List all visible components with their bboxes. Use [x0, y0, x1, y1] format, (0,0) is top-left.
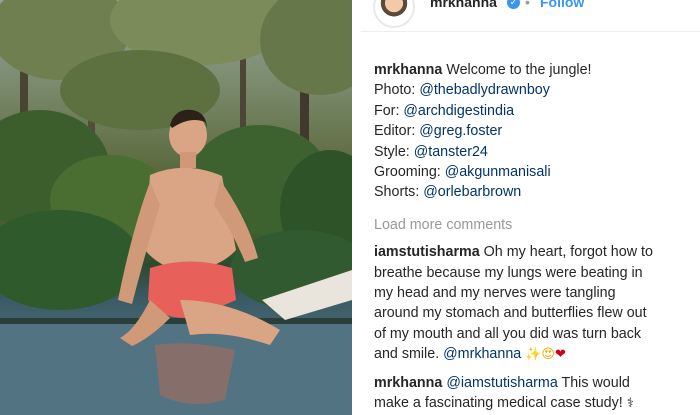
verified-badge-icon: ✓: [507, 0, 520, 9]
heart-eyes-icon: 😍: [541, 347, 555, 363]
credit-mention[interactable]: @orlebarbrown: [423, 184, 521, 200]
comment-line: breathe because my lungs were beating in: [374, 264, 643, 281]
comment-text: Oh my heart, forgot how to: [483, 244, 653, 261]
header-username[interactable]: mrkhanna: [430, 0, 497, 10]
profile-avatar[interactable]: [373, 0, 415, 28]
credit-line: Photo: @thebadlydrawnboy: [374, 80, 696, 100]
comment-item: iamstutisharma Oh my heart, forgot how t…: [374, 242, 696, 365]
credit-mention[interactable]: @tanster24: [414, 144, 488, 160]
caption-username[interactable]: mrkhanna: [374, 62, 442, 78]
credit-label: Style:: [374, 143, 414, 160]
sparkles-icon: ✨: [525, 347, 542, 363]
comment-line: around my stomach and butterflies flew o…: [374, 305, 647, 322]
credit-line: Shorts: @orlebarbrown: [374, 182, 696, 202]
credit-line: Style: @tanster24: [374, 142, 696, 162]
comment-mention[interactable]: @iamstutisharma: [446, 375, 557, 391]
comment-text: This would: [557, 374, 630, 391]
comment-item: mrkhanna @iamstutisharma This would make…: [374, 373, 696, 415]
follow-button[interactable]: Follow: [540, 0, 584, 10]
caption-text: Welcome to the jungle!: [446, 62, 592, 78]
post-photo[interactable]: [0, 0, 352, 415]
header-separator: •: [525, 0, 530, 10]
comment-username[interactable]: iamstutisharma: [374, 244, 480, 260]
photo-divider: [352, 0, 361, 415]
comment-username[interactable]: mrkhanna: [374, 375, 442, 391]
heart-icon: ❤: [554, 347, 566, 363]
credit-mention[interactable]: @archdigestindia: [403, 103, 514, 119]
comment-text: make a fascinating medical case study!: [374, 395, 627, 412]
comment-mention[interactable]: @mrkhanna: [443, 346, 521, 362]
comment-line: my head and my nerves were tangling: [374, 285, 616, 302]
caption-first-line: mrkhanna Welcome to the jungle!: [374, 60, 696, 80]
credit-label: Shorts:: [374, 184, 424, 201]
comments-section: mrkhanna Welcome to the jungle! Photo: @…: [374, 60, 696, 415]
comment-text: and smile.: [374, 346, 444, 363]
post-photo-illustration: [0, 0, 352, 415]
doctor-icon: ⚕: [626, 396, 634, 412]
post-header: mrkhanna ✓ • Follow: [361, 0, 700, 32]
post-caption: mrkhanna Welcome to the jungle! Photo: @…: [374, 60, 696, 203]
instagram-post: mrkhanna ✓ • Follow mrkhanna Welcome to …: [0, 0, 700, 415]
credit-label: Editor:: [374, 123, 420, 140]
credit-mention[interactable]: @thebadlydrawnboy: [419, 82, 550, 98]
comment-line: make a fascinating medical case study! ⚕: [374, 393, 696, 414]
credit-line: Editor: @greg.foster: [374, 121, 696, 141]
credit-mention[interactable]: @greg.foster: [419, 123, 502, 139]
credit-label: For:: [374, 102, 404, 119]
comment-line: of my mouth and all you did was turn bac…: [374, 325, 642, 342]
credit-label: Photo:: [374, 82, 420, 99]
post-sidebar: mrkhanna ✓ • Follow mrkhanna Welcome to …: [361, 0, 700, 415]
credit-label: Grooming:: [374, 164, 445, 181]
comment-line: and smile. @mrkhanna ✨😍❤: [374, 344, 696, 365]
comment-line: iamstutisharma Oh my heart, forgot how t…: [374, 242, 696, 262]
credit-line: For: @archdigestindia: [374, 101, 696, 121]
comment-line: mrkhanna @iamstutisharma This would: [374, 373, 696, 393]
credit-line: Grooming: @akgunmanisali: [374, 162, 696, 182]
credit-mention[interactable]: @akgunmanisali: [445, 164, 551, 180]
load-more-comments-button[interactable]: Load more comments: [374, 215, 696, 235]
